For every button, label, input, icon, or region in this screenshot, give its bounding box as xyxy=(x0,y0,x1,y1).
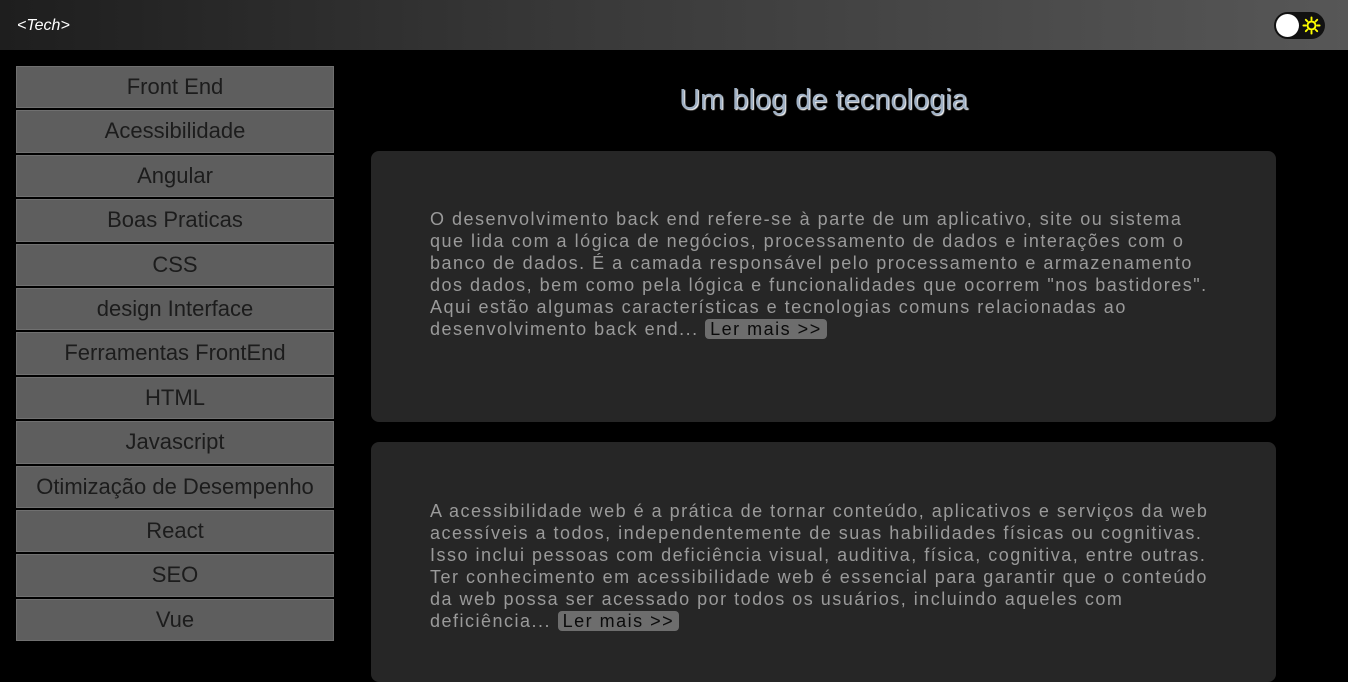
page-title: Um blog de tecnologia xyxy=(679,84,968,116)
post-excerpt: O desenvolvimento back end refere-se à p… xyxy=(430,151,1217,340)
sidebar-item-html[interactable]: HTML xyxy=(16,376,334,420)
top-bar: <Tech> xyxy=(0,0,1348,50)
toggle-knob xyxy=(1276,14,1299,37)
sidebar-item-boas-praticas[interactable]: Boas Praticas xyxy=(16,199,334,242)
sidebar-item-angular[interactable]: Angular xyxy=(16,154,334,198)
sidebar-item-ferramentas-frontend[interactable]: Ferramentas FrontEnd xyxy=(16,332,334,375)
read-more-link[interactable]: Ler mais >> xyxy=(557,611,680,631)
sidebar-item-seo[interactable]: SEO xyxy=(16,554,334,597)
sidebar-item-acessibilidade[interactable]: Acessibilidade xyxy=(16,110,334,153)
read-more-link[interactable]: Ler mais >> xyxy=(705,319,827,339)
post-card: O desenvolvimento back end refere-se à p… xyxy=(371,151,1276,422)
post-card: A acessibilidade web é a prática de torn… xyxy=(371,442,1276,682)
theme-toggle[interactable] xyxy=(1274,12,1325,39)
site-logo[interactable]: <Tech> xyxy=(17,16,70,36)
sidebar-item-otimizacao-de-desempenho[interactable]: Otimização de Desempenho xyxy=(16,465,334,508)
category-sidebar: Front End Acessibilidade Angular Boas Pr… xyxy=(16,66,334,643)
sidebar-item-react[interactable]: React xyxy=(16,509,334,553)
sidebar-item-design-interface[interactable]: design Interface xyxy=(16,287,334,331)
sidebar-item-vue[interactable]: Vue xyxy=(16,598,334,642)
sidebar-item-front-end[interactable]: Front End xyxy=(16,66,334,109)
post-excerpt: A acessibilidade web é a prática de torn… xyxy=(430,442,1217,632)
sidebar-item-javascript[interactable]: Javascript xyxy=(16,421,334,464)
sidebar-item-css[interactable]: CSS xyxy=(16,243,334,286)
post-excerpt-text: A acessibilidade web é a prática de torn… xyxy=(430,501,1209,631)
sun-icon xyxy=(1302,16,1321,35)
